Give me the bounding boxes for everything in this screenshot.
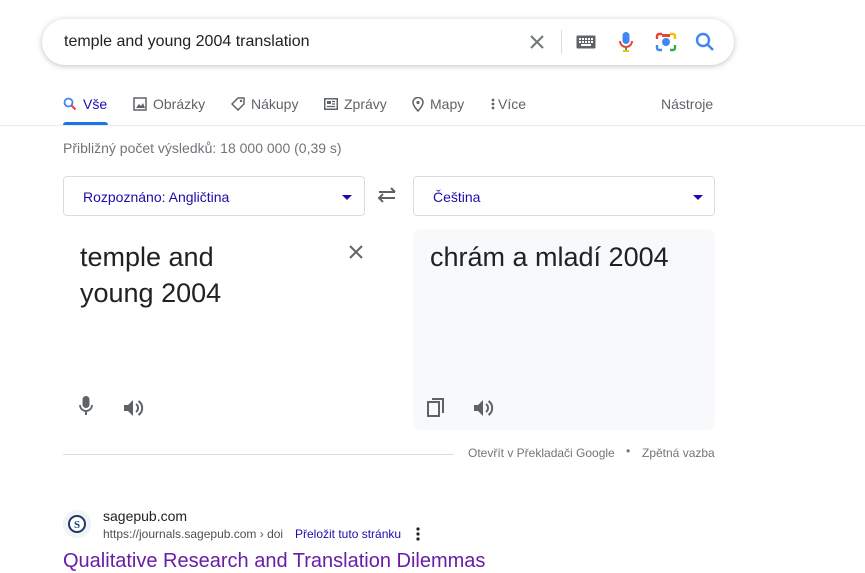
swap-languages-icon[interactable] [376,186,400,206]
feedback-link[interactable]: Zpětná vazba [642,446,715,460]
camera-lens-icon[interactable] [654,30,678,54]
result-more-options-icon[interactable] [410,526,426,542]
open-in-translate-link[interactable]: Otevřít v Překladači Google [468,446,615,460]
dropdown-arrow-icon [693,195,703,200]
tabs-divider [0,125,865,126]
microphone-icon[interactable] [74,394,98,418]
target-language-select[interactable]: Čeština [413,176,715,216]
result-url: https://journals.sagepub.com › doi [103,527,284,541]
result-site-name: sagepub.com [103,508,188,524]
translate-page-link[interactable]: Přeložit tuto stránku [295,527,401,541]
search-icon[interactable] [693,30,717,54]
source-text-line: temple and [80,242,214,272]
source-language-select[interactable]: Rozpoznáno: Angličtina [63,176,365,216]
tab-label: Nákupy [251,96,299,112]
result-stats: Přibližný počet výsledků: 18 000 000 (0,… [63,140,342,156]
tab-label: Obrázky [153,96,206,112]
dropdown-arrow-icon [342,195,352,200]
clear-source-icon[interactable] [344,240,368,264]
tab-label: Více [498,96,527,112]
tab-maps[interactable]: Mapy [412,94,464,114]
search-icon [63,97,77,111]
tag-icon [231,97,245,111]
search-bar-divider [561,30,562,54]
speaker-icon[interactable] [472,396,496,420]
tab-label: Zprávy [344,96,387,112]
tab-shopping[interactable]: Nákupy [231,94,298,114]
svg-text:S: S [74,519,80,531]
tab-label: Vše [83,96,108,112]
speaker-icon[interactable] [122,396,146,420]
clear-icon[interactable] [525,30,549,54]
source-text[interactable]: temple and young 2004 [80,239,320,311]
translator-footer-divider [63,454,454,455]
voice-search-icon[interactable] [614,30,638,54]
translation-output-pane: chrám a mladí 2004 [413,229,715,430]
tab-news[interactable]: Zprávy [324,94,387,114]
tools-button[interactable]: Nástroje [661,94,713,114]
result-title-link[interactable]: Qualitative Research and Translation Dil… [63,550,485,573]
copy-icon[interactable] [424,396,448,420]
image-icon [133,97,147,111]
tab-label: Mapy [430,96,465,112]
target-language-label: Čeština [433,189,481,205]
search-input[interactable]: temple and young 2004 translation [64,33,310,51]
source-text-line: young 2004 [80,278,222,308]
search-bar[interactable]: temple and young 2004 translation [42,19,734,65]
footer-separator: • [626,444,631,458]
site-favicon-icon: S [63,510,91,538]
map-pin-icon [412,96,424,112]
tab-images[interactable]: Obrázky [133,94,205,114]
translated-text: chrám a mladí 2004 [430,242,669,272]
tab-all[interactable]: Vše [63,94,107,114]
more-vert-icon [491,98,495,110]
tab-more[interactable]: Více [490,94,526,114]
keyboard-icon[interactable] [574,30,598,54]
news-icon [324,98,338,110]
tools-label: Nástroje [661,96,714,112]
source-language-label: Rozpoznáno: Angličtina [83,189,230,205]
